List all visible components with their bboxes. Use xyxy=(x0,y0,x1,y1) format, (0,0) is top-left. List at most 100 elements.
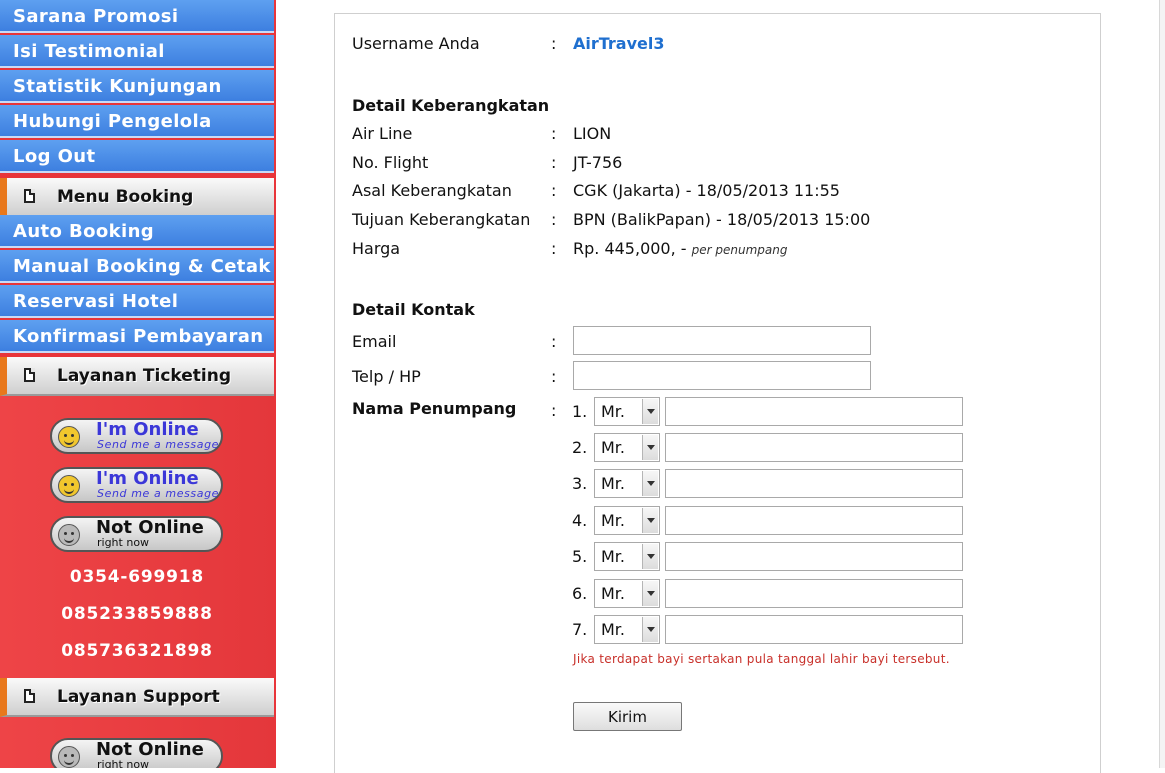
passenger-number: 2. xyxy=(572,438,588,457)
support-panel: Not Online right now xyxy=(0,717,274,768)
ticketing-panel: I'm Online Send me a message I'm Online … xyxy=(0,396,274,678)
passenger-number: 7. xyxy=(572,620,588,639)
yahoo-messenger-status-button[interactable]: Not Online right now xyxy=(50,738,223,768)
layanan-ticketing-header: Layanan Ticketing xyxy=(0,357,274,396)
document-icon xyxy=(24,368,35,382)
status-title: Not Online xyxy=(96,517,204,538)
passenger-number: 1. xyxy=(572,402,588,421)
phone-number: 085233859888 xyxy=(61,604,213,624)
passenger-name-field[interactable] xyxy=(665,397,963,426)
price-amount: Rp. 445,000, - xyxy=(573,239,687,258)
status-subtitle: Send me a message xyxy=(97,438,220,451)
passenger-name-field[interactable] xyxy=(665,469,963,498)
status-subtitle: right now xyxy=(97,758,150,769)
chevron-down-icon xyxy=(642,471,658,496)
flight-label: No. Flight xyxy=(352,153,429,172)
passenger-number: 5. xyxy=(572,547,588,566)
sidebar-item-auto-booking[interactable]: Auto Booking xyxy=(0,215,274,248)
passenger-title-select[interactable]: Mr. xyxy=(594,579,660,608)
status-title: I'm Online xyxy=(96,419,199,440)
destination-label: Tujuan Keberangkatan xyxy=(352,210,531,229)
status-title: I'm Online xyxy=(96,468,199,489)
status-title: Not Online xyxy=(96,739,204,760)
sidebar-item-log-out[interactable]: Log Out xyxy=(0,140,274,173)
sidebar-item-reservasi-hotel[interactable]: Reservasi Hotel xyxy=(0,285,274,318)
phone-field[interactable] xyxy=(573,361,871,390)
document-icon xyxy=(24,189,35,203)
sidebar-item-manual-booking-cetak[interactable]: Manual Booking & Cetak xyxy=(0,250,274,283)
sidebar-item-konfirmasi-pembayaran[interactable]: Konfirmasi Pembayaran xyxy=(0,320,274,353)
passenger-name-field[interactable] xyxy=(665,615,963,644)
passenger-title-select[interactable]: Mr. xyxy=(594,469,660,498)
page-scrollbar[interactable] xyxy=(1159,0,1165,768)
yahoo-messenger-status-button[interactable]: I'm Online Send me a message xyxy=(50,467,223,503)
passenger-title-value: Mr. xyxy=(601,620,625,639)
smiley-icon xyxy=(58,426,80,448)
colon: : xyxy=(551,210,557,229)
airline-label: Air Line xyxy=(352,124,413,143)
price-note: per penumpang xyxy=(691,243,788,257)
colon: : xyxy=(551,34,557,53)
passenger-title-value: Mr. xyxy=(601,547,625,566)
chevron-down-icon xyxy=(642,508,658,533)
colon: : xyxy=(551,239,557,258)
chevron-down-icon xyxy=(642,544,658,569)
contact-heading: Detail Kontak xyxy=(352,300,475,319)
airline-value: LION xyxy=(573,124,612,143)
colon: : xyxy=(551,124,557,143)
passenger-name-field[interactable] xyxy=(665,579,963,608)
colon: : xyxy=(551,332,557,351)
chevron-down-icon xyxy=(642,435,658,460)
passenger-title-value: Mr. xyxy=(601,511,625,530)
passenger-title-value: Mr. xyxy=(601,474,625,493)
sidebar-item-hubungi-pengelola[interactable]: Hubungi Pengelola xyxy=(0,105,274,138)
yahoo-messenger-status-button[interactable]: Not Online right now xyxy=(50,516,223,552)
passenger-title-select[interactable]: Mr. xyxy=(594,433,660,462)
status-subtitle: Send me a message xyxy=(97,487,220,500)
layanan-ticketing-title: Layanan Ticketing xyxy=(57,366,232,386)
passenger-name-field[interactable] xyxy=(665,433,963,462)
smiley-icon xyxy=(58,475,80,497)
submit-button[interactable]: Kirim xyxy=(573,702,682,731)
chevron-down-icon xyxy=(642,581,658,606)
colon: : xyxy=(551,181,557,200)
departure-heading: Detail Keberangkatan xyxy=(352,96,550,115)
flight-value: JT-756 xyxy=(573,153,623,172)
layanan-support-header: Layanan Support xyxy=(0,678,274,717)
passenger-title-select[interactable]: Mr. xyxy=(594,506,660,535)
price-label: Harga xyxy=(352,239,401,258)
username-label: Username Anda xyxy=(352,34,480,53)
menu-booking-title: Menu Booking xyxy=(57,187,194,207)
passenger-title-select[interactable]: Mr. xyxy=(594,542,660,571)
passenger-title-value: Mr. xyxy=(601,402,625,421)
passenger-number: 6. xyxy=(572,584,588,603)
smiley-icon xyxy=(58,746,80,768)
sidebar-item-statistik-kunjungan[interactable]: Statistik Kunjungan xyxy=(0,70,274,103)
origin-label: Asal Keberangkatan xyxy=(352,181,512,200)
passenger-name-field[interactable] xyxy=(665,542,963,571)
document-icon xyxy=(24,689,35,703)
price-value: Rp. 445,000, - per penumpang xyxy=(573,239,788,258)
passenger-title-select[interactable]: Mr. xyxy=(594,615,660,644)
colon: : xyxy=(551,401,557,420)
passenger-number: 3. xyxy=(572,474,588,493)
passenger-label: Nama Penumpang xyxy=(352,399,517,418)
chevron-down-icon xyxy=(642,399,658,424)
email-field[interactable] xyxy=(573,326,871,355)
chevron-down-icon xyxy=(642,617,658,642)
status-subtitle: right now xyxy=(97,536,150,549)
phone-label: Telp / HP xyxy=(352,367,421,386)
passenger-name-field[interactable] xyxy=(665,506,963,535)
origin-value: CGK (Jakarta) - 18/05/2013 11:55 xyxy=(573,181,840,200)
phone-number: 0354-699918 xyxy=(69,567,205,587)
smiley-icon xyxy=(58,524,80,546)
username-value[interactable]: AirTravel3 xyxy=(573,34,665,53)
colon: : xyxy=(551,153,557,172)
menu-booking-header: Menu Booking xyxy=(0,178,274,217)
sidebar-item-sarana-promosi[interactable]: Sarana Promosi xyxy=(0,0,274,33)
yahoo-messenger-status-button[interactable]: I'm Online Send me a message xyxy=(50,418,223,454)
sidebar-item-isi-testimonial[interactable]: Isi Testimonial xyxy=(0,35,274,68)
passenger-title-select[interactable]: Mr. xyxy=(594,397,660,426)
passenger-title-value: Mr. xyxy=(601,584,625,603)
layanan-support-title: Layanan Support xyxy=(57,687,220,707)
